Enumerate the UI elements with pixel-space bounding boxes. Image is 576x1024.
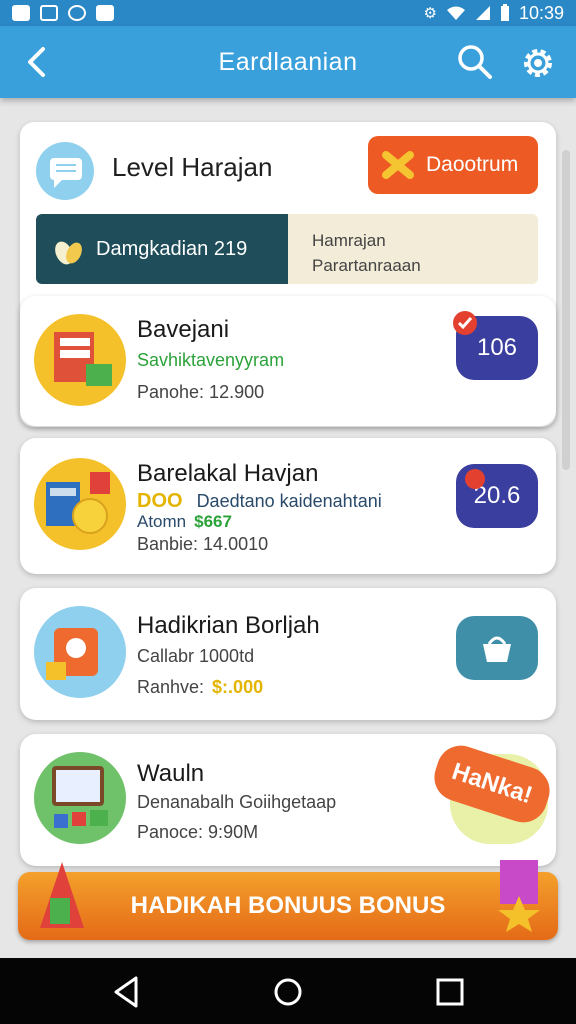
banner-right-line2: Parartanraaan [312,256,421,275]
chat-bubble-icon [36,142,94,200]
list-item[interactable]: Bavejani Savhiktavenyyram Panohe: 12.900… [20,296,556,426]
game-notification-icon [96,5,114,21]
app-notification-icon [40,5,58,21]
list-item[interactable]: Hadikrian Borljah Callabr 1000td Ranhve:… [20,588,556,720]
list-item[interactable]: Wauln Denanabalh Goiihgetaap Panoce: 9:9… [20,734,556,866]
battery-icon [500,4,509,21]
banner-left-text: Damgkadian 219 [96,237,248,260]
item-subtitle: Callabr 1000td [137,646,255,666]
list-item[interactable]: Barelakal Havjan DOO Daedtano kaidenahta… [20,438,556,574]
item-tag: DOO [137,490,183,512]
item-price: Banbie: 14.0010 [137,534,269,554]
documents-icon [34,314,126,406]
level-title: Level Harajan [112,152,273,182]
sticker-text: HaNka! [448,757,536,810]
item-price-label: Ranhve: [137,677,205,697]
action-button-label: Daootrum [426,153,519,176]
banner-right-line1: Hamrajan [312,231,386,250]
bonus-button[interactable]: HADIKAH BONUUS BONUS [18,860,558,940]
search-icon[interactable] [456,43,494,81]
action-button[interactable]: Daootrum [368,136,538,194]
signal-icon [475,6,490,20]
item-title: Hadikrian Borljah [137,612,320,639]
item-subtitle: Denanabalh Goiihgetaap [137,792,337,812]
item-title: Bavejani [137,316,230,343]
clock-text: 10:39 [518,2,564,23]
tablet-toys-icon [34,752,126,844]
scrollbar[interactable] [562,150,570,470]
bonus-label: HADIKAH BONUUS BONUS [130,892,446,919]
wifi-icon [446,6,465,20]
star-gift-icon [498,860,540,932]
basket-icon [483,636,511,662]
alert-badge-icon [465,469,485,489]
leaf-icon [55,241,82,265]
sync-notification-icon [68,5,86,21]
item-subtitle: Savhiktavenyyram [137,350,285,370]
back-nav-icon[interactable] [104,970,148,1014]
image-notification-icon [12,5,30,21]
cross-badge-icon [382,151,414,179]
item-title: Barelakal Havjan [137,460,319,487]
recents-nav-icon[interactable] [428,970,472,1014]
status-bar: ⚙ 10:39 [0,0,576,26]
gear-icon[interactable] [518,43,558,83]
calculator-icon [34,458,126,550]
bag-icon [34,606,126,698]
home-nav-icon[interactable] [266,970,310,1014]
app-bar: Eardlaanian [0,26,576,98]
item-subtitle: Daedtano kaidenahtani [196,491,382,511]
basket-badge [456,616,538,680]
gift-confetti-icon [40,862,84,928]
promo-banner[interactable]: Damgkadian 219 Hamrajan Parartanraaan [36,214,538,284]
item-price: Panohe: 12.900 [137,382,265,402]
count-badge-text: 106 [476,334,518,361]
item-price-value: $:.000 [212,677,264,697]
item-price: Panoce: 9:90M [137,822,259,842]
check-badge-icon [453,311,477,335]
item-meta-value: $667 [194,512,232,531]
system-navigation-bar [0,958,576,1024]
item-meta-label: Atomn [137,512,187,531]
vibrate-icon: ⚙ [423,5,437,22]
item-title: Wauln [137,760,205,787]
